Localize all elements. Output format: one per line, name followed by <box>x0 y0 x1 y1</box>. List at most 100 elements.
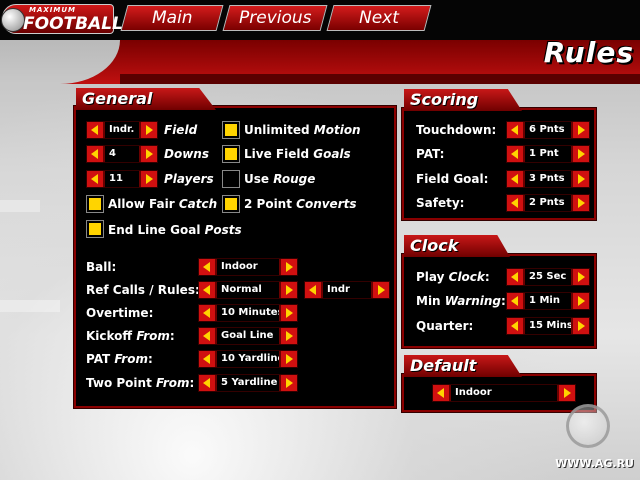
play-clock-value: 25 Sec <box>525 269 571 285</box>
downs-label: Downs <box>164 147 209 161</box>
game-logo: MAXIMUM FOOTBALL <box>1 4 123 34</box>
logo-small-text: MAXIMUM <box>29 6 77 14</box>
left-arrow-icon[interactable] <box>507 146 523 162</box>
right-arrow-icon[interactable] <box>281 259 297 275</box>
ball-value: Indoor <box>217 259 279 275</box>
right-arrow-icon[interactable] <box>281 305 297 321</box>
ref-rules-selector[interactable]: Indr <box>304 281 390 299</box>
default-panel-title: Default <box>404 355 522 377</box>
right-arrow-icon[interactable] <box>281 375 297 391</box>
left-arrow-icon[interactable] <box>199 351 215 367</box>
two-point-converts-checkbox[interactable] <box>222 195 240 213</box>
left-arrow-icon[interactable] <box>305 282 321 298</box>
field-selector[interactable]: Indr. <box>86 121 158 139</box>
ref-calls-selector[interactable]: Normal <box>198 281 298 299</box>
clock-panel-title: Clock <box>404 235 510 257</box>
right-arrow-icon[interactable] <box>573 171 589 187</box>
right-arrow-icon[interactable] <box>573 269 589 285</box>
players-value: 11 <box>105 171 139 187</box>
live-field-goals-checkbox[interactable] <box>222 145 240 163</box>
min-warning-selector[interactable]: 1 Min <box>506 292 590 310</box>
right-arrow-icon[interactable] <box>141 122 157 138</box>
page-title: Rules <box>543 36 634 69</box>
right-arrow-icon[interactable] <box>573 195 589 211</box>
overtime-selector[interactable]: 10 Minutes <box>198 304 298 322</box>
left-arrow-icon[interactable] <box>199 305 215 321</box>
left-arrow-icon[interactable] <box>507 269 523 285</box>
left-arrow-icon[interactable] <box>199 375 215 391</box>
left-arrow-icon[interactable] <box>87 122 103 138</box>
right-arrow-icon[interactable] <box>559 385 575 401</box>
touchdown-label: Touchdown: <box>416 123 497 137</box>
ball-label: Ball: <box>86 260 117 274</box>
main-button[interactable]: Main <box>120 5 224 31</box>
left-arrow-icon[interactable] <box>433 385 449 401</box>
left-arrow-icon[interactable] <box>507 195 523 211</box>
end-line-goal-posts-checkbox[interactable] <box>86 220 104 238</box>
right-arrow-icon[interactable] <box>281 282 297 298</box>
field-value: Indr. <box>105 122 139 138</box>
scoring-panel-title: Scoring <box>404 89 522 111</box>
kickoff-from-selector[interactable]: Goal Line <box>198 327 298 345</box>
left-arrow-icon[interactable] <box>199 259 215 275</box>
left-arrow-icon[interactable] <box>507 318 523 334</box>
pat-from-selector[interactable]: 10 Yardline <box>198 350 298 368</box>
two-point-from-selector[interactable]: 5 Yardline <box>198 374 298 392</box>
play-clock-label: Play Clock: <box>416 270 490 284</box>
left-arrow-icon[interactable] <box>199 328 215 344</box>
min-warning-value: 1 Min <box>525 293 571 309</box>
scoring-pat-label: PAT: <box>416 147 445 161</box>
right-arrow-icon[interactable] <box>573 293 589 309</box>
logo-big-text: FOOTBALL <box>23 14 123 34</box>
allow-fair-catch-checkbox[interactable] <box>86 195 104 213</box>
left-arrow-icon[interactable] <box>87 171 103 187</box>
touchdown-selector[interactable]: 6 Pnts <box>506 121 590 139</box>
kickoff-from-value: Goal Line <box>217 328 279 344</box>
football-icon <box>1 8 25 32</box>
downs-selector[interactable]: 4 <box>86 145 158 163</box>
left-arrow-icon[interactable] <box>507 122 523 138</box>
field-goal-selector[interactable]: 3 Pnts <box>506 170 590 188</box>
quarter-label: Quarter: <box>416 319 474 333</box>
players-selector[interactable]: 11 <box>86 170 158 188</box>
use-rouge-checkbox[interactable] <box>222 170 240 188</box>
right-arrow-icon[interactable] <box>141 171 157 187</box>
right-arrow-icon[interactable] <box>573 122 589 138</box>
touchdown-value: 6 Pnts <box>525 122 571 138</box>
safety-selector[interactable]: 2 Pnts <box>506 194 590 212</box>
downs-value: 4 <box>105 146 139 162</box>
left-arrow-icon[interactable] <box>507 171 523 187</box>
left-arrow-icon[interactable] <box>199 282 215 298</box>
ref-rules-value: Indr <box>323 282 371 298</box>
right-arrow-icon[interactable] <box>573 146 589 162</box>
right-arrow-icon[interactable] <box>373 282 389 298</box>
left-arrow-icon[interactable] <box>507 293 523 309</box>
right-arrow-icon[interactable] <box>281 328 297 344</box>
min-warning-label: Min Warning: <box>416 294 506 308</box>
right-arrow-icon[interactable] <box>281 351 297 367</box>
quarter-selector[interactable]: 15 Mins <box>506 317 590 335</box>
quarter-value: 15 Mins <box>525 318 571 334</box>
allow-fair-catch-label: Allow Fair Catch <box>108 197 218 211</box>
left-arrow-icon[interactable] <box>87 146 103 162</box>
previous-button-label: Previous <box>238 8 312 28</box>
right-arrow-icon[interactable] <box>141 146 157 162</box>
end-line-goal-posts-label: End Line Goal Posts <box>108 223 242 237</box>
players-label: Players <box>164 172 214 186</box>
previous-button[interactable]: Previous <box>222 5 328 31</box>
unlimited-motion-checkbox[interactable] <box>222 121 240 139</box>
next-button[interactable]: Next <box>326 5 432 31</box>
unlimited-motion-label: Unlimited Motion <box>244 123 361 137</box>
use-rouge-label: Use Rouge <box>244 172 316 186</box>
ball-selector[interactable]: Indoor <box>198 258 298 276</box>
overtime-label: Overtime: <box>86 306 154 320</box>
right-arrow-icon[interactable] <box>573 318 589 334</box>
watermark-text: WWW.AG.RU <box>555 457 634 470</box>
safety-value: 2 Pnts <box>525 195 571 211</box>
pat-from-label: PAT From: <box>86 352 153 366</box>
play-clock-selector[interactable]: 25 Sec <box>506 268 590 286</box>
watermark-globe-icon <box>566 404 610 448</box>
default-selector[interactable]: Indoor <box>432 384 576 402</box>
background-stripe <box>0 300 60 312</box>
scoring-pat-selector[interactable]: 1 Pnt <box>506 145 590 163</box>
